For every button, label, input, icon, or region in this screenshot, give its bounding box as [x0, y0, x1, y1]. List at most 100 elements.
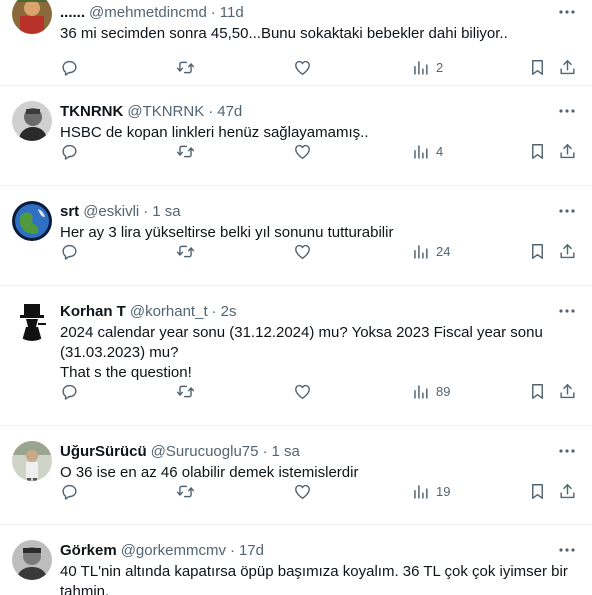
author-handle[interactable]: @mehmetdincmd	[89, 4, 207, 21]
bookmark-icon	[532, 483, 543, 499]
retweet-button[interactable]	[176, 482, 195, 501]
timestamp[interactable]: 2s	[221, 303, 237, 320]
avatar[interactable]	[12, 201, 52, 241]
timestamp[interactable]: 11d	[220, 4, 244, 21]
separator-dot: ·	[211, 302, 217, 320]
author-name[interactable]: ......	[60, 4, 85, 21]
retweet-icon	[176, 385, 195, 397]
bookmark-icon	[532, 59, 543, 75]
bookmark-button[interactable]	[528, 482, 547, 501]
avatar[interactable]	[12, 101, 52, 141]
views-count: 2	[436, 59, 444, 75]
tweet[interactable]: TKNRNK @TKNRNK · 47d HSBC de kopan linkl…	[0, 86, 592, 186]
share-button[interactable]	[558, 58, 577, 77]
share-button[interactable]	[558, 482, 577, 501]
tweet-text: 2024 calendar year sonu (31.12.2024) mu?…	[60, 324, 543, 381]
views-icon	[414, 484, 428, 499]
tweet-text: HSBC de kopan linkleri henüz sağlayamamı…	[60, 124, 369, 141]
tweet[interactable]: Korhan T @korhant_t · 2s 2024 calendar y…	[0, 286, 592, 426]
retweet-button[interactable]	[176, 382, 195, 401]
views-button[interactable]: 2	[411, 58, 443, 77]
reply-icon	[62, 244, 77, 260]
like-button[interactable]	[293, 142, 312, 161]
more-icon[interactable]	[556, 2, 578, 22]
bookmark-icon	[532, 243, 543, 259]
author-name[interactable]: UğurSürücü	[60, 443, 147, 460]
like-icon	[295, 144, 310, 159]
reply-button[interactable]	[60, 58, 79, 77]
tweet-text: 40 TL'nin altında kapatırsa öpüp başımız…	[60, 563, 568, 595]
reply-button[interactable]	[60, 482, 79, 501]
retweet-icon	[176, 145, 195, 157]
views-button[interactable]: 89	[411, 382, 450, 401]
reply-button[interactable]	[60, 382, 79, 401]
retweet-button[interactable]	[176, 142, 195, 161]
tweet-text: Her ay 3 lira yükseltirse belki yıl sonu…	[60, 224, 394, 241]
like-icon	[295, 484, 310, 499]
reply-feed: ...... @mehmetdincmd · 11d 36 mi secimde…	[0, 0, 592, 595]
views-count: 89	[436, 383, 451, 399]
tweet[interactable]: UğurSürücü @Surucuoglu75 · 1 sa O 36 ise…	[0, 426, 592, 525]
reply-button[interactable]	[60, 142, 79, 161]
like-button[interactable]	[293, 382, 312, 401]
views-count: 24	[436, 243, 451, 259]
author-handle[interactable]: @Surucuoglu75	[151, 443, 259, 460]
like-button[interactable]	[293, 242, 312, 261]
bookmark-button[interactable]	[528, 142, 547, 161]
separator-dot: ·	[143, 202, 149, 220]
author-name[interactable]: Görkem	[60, 542, 117, 559]
author-handle[interactable]: @korhant_t	[130, 303, 208, 320]
views-button[interactable]: 24	[411, 242, 450, 261]
share-icon	[560, 383, 575, 398]
more-icon[interactable]	[556, 301, 578, 321]
share-icon	[560, 243, 575, 258]
share-button[interactable]	[558, 242, 577, 261]
more-icon[interactable]	[556, 101, 578, 121]
bookmark-button[interactable]	[528, 382, 547, 401]
tweet[interactable]: srt @eskivli · 1 sa Her ay 3 lira yüksel…	[0, 186, 592, 286]
share-icon	[560, 483, 575, 498]
tweet[interactable]: ...... @mehmetdincmd · 11d 36 mi secimde…	[0, 0, 592, 86]
author-name[interactable]: srt	[60, 203, 79, 220]
more-icon[interactable]	[556, 540, 578, 560]
retweet-button[interactable]	[176, 242, 195, 261]
bookmark-icon	[532, 143, 543, 159]
share-button[interactable]	[558, 382, 577, 401]
views-icon	[414, 144, 428, 159]
reply-icon	[62, 484, 77, 500]
timestamp[interactable]: 1 sa	[152, 203, 180, 220]
bookmark-button[interactable]	[528, 58, 547, 77]
share-button[interactable]	[558, 142, 577, 161]
retweet-button[interactable]	[176, 58, 195, 77]
separator-dot: ·	[262, 442, 268, 460]
retweet-icon	[176, 245, 195, 257]
separator-dot: ·	[229, 541, 235, 559]
author-name[interactable]: Korhan T	[60, 303, 126, 320]
timestamp[interactable]: 17d	[239, 542, 264, 559]
timestamp[interactable]: 47d	[217, 103, 242, 120]
views-button[interactable]: 4	[411, 142, 443, 161]
like-button[interactable]	[293, 482, 312, 501]
bookmark-button[interactable]	[528, 242, 547, 261]
avatar[interactable]	[12, 441, 52, 481]
more-icon[interactable]	[556, 201, 578, 221]
share-icon	[560, 59, 575, 74]
views-icon	[414, 244, 428, 259]
reply-icon	[62, 60, 77, 76]
retweet-icon	[176, 485, 195, 497]
reply-button[interactable]	[60, 242, 79, 261]
views-button[interactable]: 19	[411, 482, 450, 501]
avatar[interactable]	[12, 0, 52, 34]
avatar[interactable]	[12, 301, 52, 341]
tweet[interactable]: Görkem @gorkemmcmv · 17d 40 TL'nin altın…	[0, 525, 592, 595]
author-name[interactable]: TKNRNK	[60, 103, 123, 120]
timestamp[interactable]: 1 sa	[271, 443, 299, 460]
more-icon[interactable]	[556, 441, 578, 461]
like-icon	[295, 384, 310, 399]
avatar[interactable]	[12, 540, 52, 580]
views-icon	[414, 60, 428, 75]
like-button[interactable]	[293, 58, 312, 77]
author-handle[interactable]: @gorkemmcmv	[121, 542, 226, 559]
author-handle[interactable]: @TKNRNK	[127, 103, 204, 120]
author-handle[interactable]: @eskivli	[83, 203, 139, 220]
